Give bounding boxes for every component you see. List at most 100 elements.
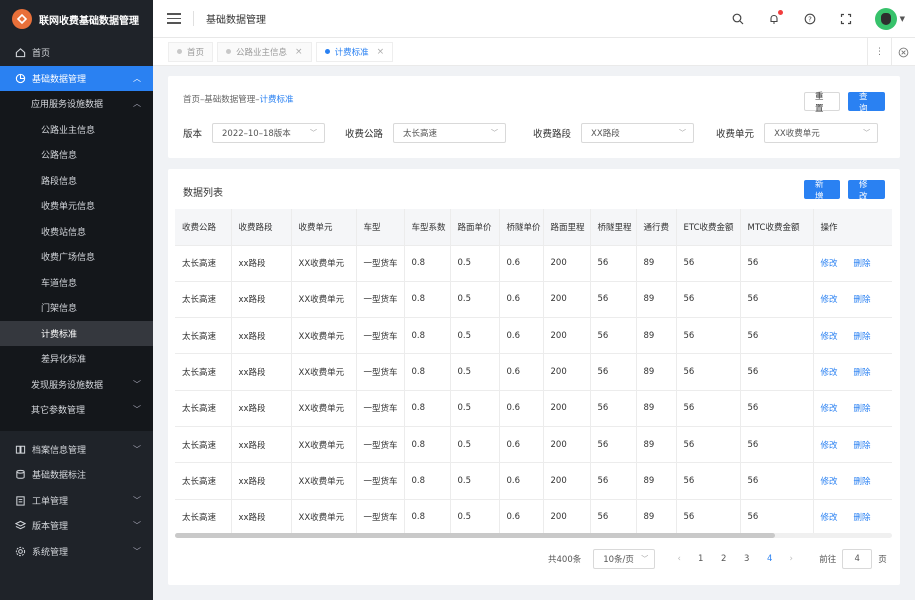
caret-down-icon: ▼ [899, 15, 905, 23]
table-cell: XX收费单元 [291, 425, 357, 463]
table-cell: xx路段 [231, 462, 292, 500]
sidebar-item-home[interactable]: 首页 [0, 40, 153, 66]
scrollbar-thumb[interactable] [175, 533, 775, 538]
unit-select[interactable]: XX收费单元 ﹀ [764, 123, 879, 143]
user-menu[interactable]: ▼ [874, 8, 905, 30]
row-delete-link[interactable]: 删除 [854, 259, 871, 269]
sidebar-submenu: 应用服务设施数据 ︿ 公路业主信息 公路信息 路段信息 收费单元信息 收费站信息… [0, 91, 153, 431]
sidebar-item-fee-standard[interactable]: 计费标准 [0, 320, 153, 346]
edit-button[interactable]: 修改 [848, 180, 885, 202]
close-icon[interactable]: × [295, 47, 303, 57]
column-header: 收费路段 [231, 209, 292, 245]
add-button[interactable]: 新增 [804, 180, 840, 202]
table-cell: xx路段 [231, 498, 292, 536]
prev-page-icon[interactable]: ‹ [669, 554, 689, 564]
page-number[interactable]: 2 [714, 554, 734, 564]
tab-fee-standard[interactable]: 计费标准 × [315, 41, 394, 62]
page-number[interactable]: 3 [737, 554, 757, 564]
row-edit-link[interactable]: 修改 [821, 259, 838, 269]
section-select[interactable]: XX路段 ﹀ [581, 123, 695, 143]
column-header: 路面里程 [543, 209, 591, 245]
next-page-icon[interactable]: › [781, 554, 801, 564]
page-size-select[interactable]: 10条/页 ﹀ [593, 549, 656, 569]
horizontal-scrollbar[interactable] [175, 533, 892, 538]
chevron-down-icon: ﹀ [310, 129, 318, 137]
row-delete-link[interactable]: 删除 [854, 368, 871, 378]
sidebar-item-label: 收费广场信息 [41, 253, 96, 264]
version-select[interactable]: 2022–10–18版本 ﹀ [212, 123, 326, 143]
table-row: 太长高速 xx路段 XX收费单元 一型货车 0.8 0.5 0.6 200 56 89 56 56 修改… [175, 498, 892, 536]
road-select[interactable]: 太长高速 ﹀ [393, 123, 507, 143]
row-delete-link[interactable]: 删除 [854, 404, 871, 414]
table-cell: 56 [740, 425, 814, 463]
breadcrumb-parent[interactable]: 基础数据管理 [204, 95, 255, 105]
tab-home[interactable]: 首页 [168, 41, 214, 62]
page-number[interactable]: 1 [691, 554, 711, 564]
tab-road-owner[interactable]: 公路业主信息 × [217, 41, 312, 62]
table-cell: 0.6 [499, 425, 544, 463]
breadcrumb-home[interactable]: 首页 [183, 95, 200, 105]
row-delete-link[interactable]: 删除 [854, 332, 871, 342]
row-actions: 修改 删除 [813, 280, 892, 318]
table-cell: 太长高速 [175, 425, 232, 463]
sidebar-item-gantry-info[interactable]: 门架信息 [0, 295, 153, 321]
table-cell: 0.6 [499, 353, 544, 391]
fullscreen-icon[interactable] [839, 12, 853, 26]
row-delete-link[interactable]: 删除 [854, 477, 871, 487]
table-cell: 太长高速 [175, 280, 232, 318]
row-delete-link[interactable]: 删除 [854, 295, 871, 305]
goto-page-input[interactable]: 4 [842, 549, 873, 569]
table-cell: xx路段 [231, 353, 292, 391]
row-delete-link[interactable]: 删除 [854, 441, 871, 451]
sidebar-item-data-annotation[interactable]: 基础数据标注 [0, 462, 153, 488]
sidebar-item-workorder[interactable]: 工单管理 ﹀ [0, 488, 153, 514]
table-cell: 56 [740, 462, 814, 500]
sidebar-item-plaza-info[interactable]: 收费广场信息 [0, 244, 153, 270]
sidebar-item-road-info[interactable]: 公路信息 [0, 142, 153, 168]
sidebar-item-basic-data[interactable]: 基础数据管理 ︿ [0, 65, 153, 91]
table-cell: 200 [543, 425, 591, 463]
sidebar-item-lane-info[interactable]: 车道信息 [0, 270, 153, 296]
sidebar-item-app-facility[interactable]: 应用服务设施数据 ︿ [0, 91, 153, 117]
reset-button[interactable]: 重置 [804, 92, 840, 114]
search-icon[interactable] [731, 12, 745, 26]
sidebar-item-diff-standard[interactable]: 差异化标准 [0, 346, 153, 372]
row-edit-link[interactable]: 修改 [821, 441, 838, 451]
table-cell: 89 [636, 317, 677, 354]
sidebar-item-archive[interactable]: 档案信息管理 ﹀ [0, 437, 153, 463]
close-all-icon[interactable] [891, 38, 915, 66]
row-edit-link[interactable]: 修改 [821, 332, 838, 342]
sidebar-item-label: 应用服务设施数据 [31, 100, 104, 111]
row-delete-link[interactable]: 删除 [854, 513, 871, 523]
table-cell: 56 [676, 389, 741, 427]
table-cell: 89 [636, 425, 677, 463]
row-edit-link[interactable]: 修改 [821, 404, 838, 414]
sidebar-item-discovery-facility[interactable]: 发现服务设施数据 ﹀ [0, 372, 153, 398]
sidebar-item-label: 系统管理 [32, 547, 69, 558]
sidebar-item-unit-info[interactable]: 收费单元信息 [0, 193, 153, 219]
sidebar-item-station-info[interactable]: 收费站信息 [0, 219, 153, 245]
table-cell: XX收费单元 [291, 389, 357, 427]
layers-icon [14, 520, 26, 532]
table-header-row: 收费公路 收费路段 收费单元 车型 车型系数 路面单价 桥隧单价 路面里程 桥隧… [175, 209, 892, 245]
sidebar-item-section-info[interactable]: 路段信息 [0, 168, 153, 194]
table-cell: 56 [590, 462, 637, 500]
help-icon[interactable]: ? [803, 12, 817, 26]
row-edit-link[interactable]: 修改 [821, 295, 838, 305]
more-vertical-icon[interactable]: ⋮ [867, 38, 891, 66]
menu-toggle-icon[interactable] [167, 13, 181, 24]
sidebar-item-other-params[interactable]: 其它参数管理 ﹀ [0, 397, 153, 423]
row-edit-link[interactable]: 修改 [821, 477, 838, 487]
sidebar-item-version[interactable]: 版本管理 ﹀ [0, 513, 153, 539]
query-button[interactable]: 查询 [848, 92, 885, 114]
sidebar-item-road-owner[interactable]: 公路业主信息 [0, 117, 153, 143]
close-icon[interactable]: × [377, 47, 385, 57]
row-edit-link[interactable]: 修改 [821, 513, 838, 523]
avatar [874, 8, 897, 30]
chevron-down-icon: ﹀ [133, 405, 141, 415]
page-number-current[interactable]: 4 [760, 554, 780, 564]
row-edit-link[interactable]: 修改 [821, 368, 838, 378]
sidebar-item-system[interactable]: 系统管理 ﹀ [0, 539, 153, 565]
sidebar-item-label: 公路信息 [41, 151, 78, 162]
bell-icon[interactable] [767, 10, 783, 26]
